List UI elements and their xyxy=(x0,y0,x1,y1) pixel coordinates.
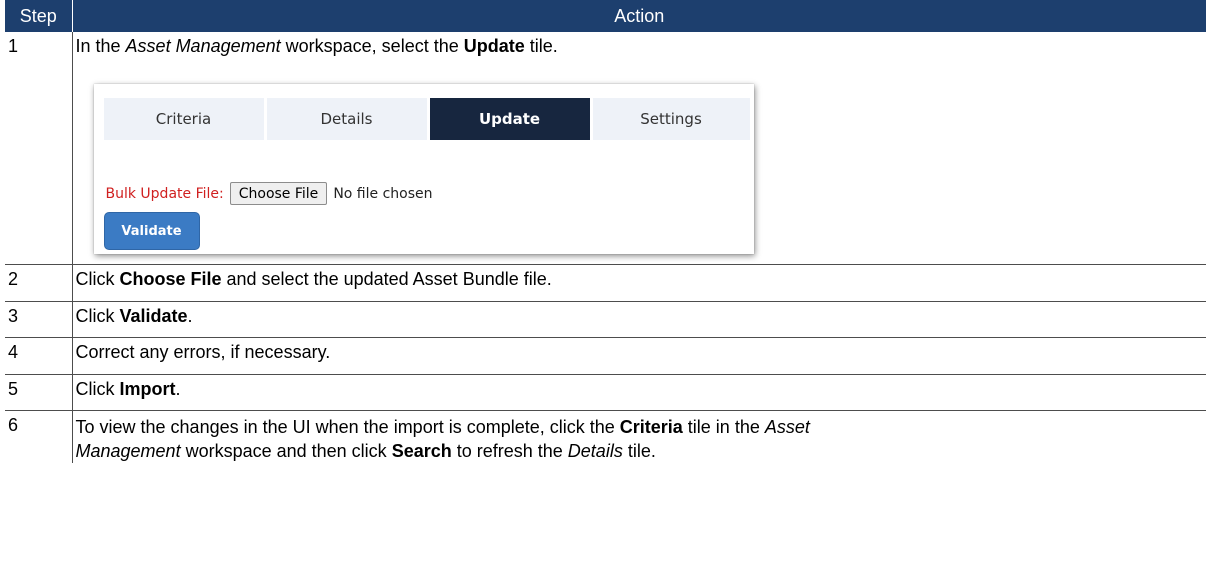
step-number: 3 xyxy=(5,301,73,338)
text-segment: In the xyxy=(75,36,126,56)
workspace-name: Management xyxy=(75,441,181,461)
table-row: 2 Click Choose File and select the updat… xyxy=(5,264,1206,302)
workspace-tile-bar: Criteria Details Update Settings xyxy=(103,98,750,140)
step-action: Correct any errors, if necessary. xyxy=(72,337,1206,375)
ui-term: Criteria xyxy=(619,417,683,437)
bulk-update-file-label: Bulk Update File: xyxy=(105,185,224,202)
text-segment: tile. xyxy=(622,441,656,461)
no-file-chosen-text: No file chosen xyxy=(333,185,433,202)
workspace-name: Asset Management xyxy=(125,36,281,56)
step-number: 4 xyxy=(5,337,73,375)
embedded-screenshot-area: Criteria Details Update Settings Bulk Up… xyxy=(76,62,1204,264)
table-row: 3 Click Validate. xyxy=(5,301,1206,338)
text-segment: and select the updated Asset Bundle file… xyxy=(221,269,552,289)
ui-term: Import xyxy=(119,379,176,399)
text-segment: Click xyxy=(75,306,120,326)
step-instruction-line: To view the changes in the UI when the i… xyxy=(76,415,1204,439)
ui-term: Validate xyxy=(119,306,188,326)
table-row: 6 To view the changes in the UI when the… xyxy=(5,410,1206,464)
step-instruction-line: Management workspace and then click Sear… xyxy=(76,439,1204,463)
ui-term: Update xyxy=(463,36,525,56)
step-number: 2 xyxy=(5,264,73,302)
step-number: 6 xyxy=(5,410,73,463)
tile-name: Details xyxy=(567,441,623,461)
tab-update[interactable]: Update xyxy=(429,98,590,140)
text-segment: workspace, select the xyxy=(280,36,464,56)
text-segment: To view the changes in the UI when the i… xyxy=(75,417,620,437)
action-column-header: Action xyxy=(71,0,1206,32)
text-segment: tile. xyxy=(524,36,558,56)
choose-file-button[interactable]: Choose File xyxy=(229,182,328,205)
table-row: 5 Click Import. xyxy=(5,374,1206,411)
tab-criteria[interactable]: Criteria xyxy=(103,98,264,140)
step-action: Click Validate. xyxy=(72,301,1206,338)
step-column-header: Step xyxy=(5,0,72,32)
text-segment: Click xyxy=(75,269,120,289)
bulk-update-file-row: Bulk Update File: Choose File No file ch… xyxy=(106,182,433,205)
text-segment: Click xyxy=(75,379,120,399)
text-segment: . xyxy=(187,306,193,326)
step-action: Click Choose File and select the updated… xyxy=(72,264,1206,302)
tab-settings[interactable]: Settings xyxy=(592,98,750,140)
tab-details[interactable]: Details xyxy=(266,98,427,140)
table-row: 1 In the Asset Management workspace, sel… xyxy=(5,32,1206,265)
ui-term: Choose File xyxy=(119,269,222,289)
text-segment: tile in the xyxy=(682,417,765,437)
step-number: 5 xyxy=(5,374,73,411)
ui-term: Search xyxy=(391,441,452,461)
step-action: Click Import. xyxy=(72,374,1206,411)
text-segment: to refresh the xyxy=(451,441,568,461)
workspace-name: Asset xyxy=(764,417,810,437)
table-header-row: Step Action xyxy=(5,0,1206,32)
asset-management-screenshot: Criteria Details Update Settings Bulk Up… xyxy=(93,84,754,254)
text-segment: workspace and then click xyxy=(180,441,392,461)
step-number: 1 xyxy=(5,32,73,265)
step-action: In the Asset Management workspace, selec… xyxy=(72,32,1206,265)
table-row: 4 Correct any errors, if necessary. xyxy=(5,337,1206,375)
procedure-table: Step Action 1 In the Asset Management wo… xyxy=(5,0,1206,463)
step-action: To view the changes in the UI when the i… xyxy=(72,411,1206,464)
validate-button[interactable]: Validate xyxy=(103,212,200,250)
text-segment: . xyxy=(175,379,181,399)
step-instruction: In the Asset Management workspace, selec… xyxy=(76,36,1204,62)
text-segment: Correct any errors, if necessary. xyxy=(75,342,331,362)
